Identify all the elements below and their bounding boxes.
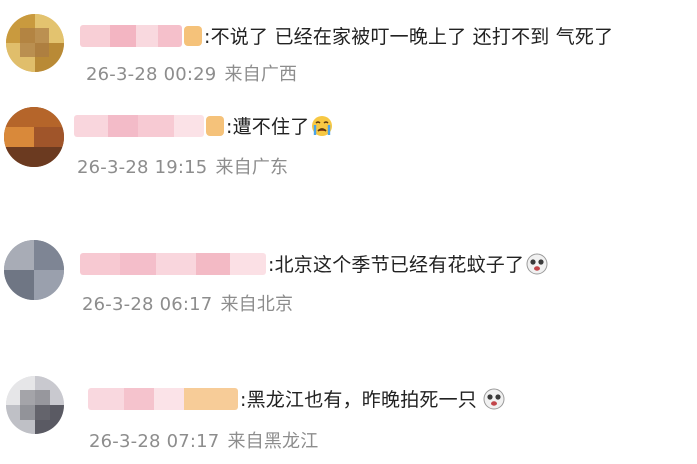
username-blurred[interactable] bbox=[74, 114, 204, 137]
comment-time: 26-3-28 07:17 bbox=[89, 431, 220, 452]
comment-location: 来自广西 bbox=[224, 64, 298, 85]
username-blurred[interactable] bbox=[80, 252, 266, 275]
comment-time: 26-3-28 19:15 bbox=[77, 157, 208, 178]
comment-item: :北京这个季节已经有花蚊子了 26-3-28 06:17 来自北京 bbox=[0, 220, 697, 350]
username-blurred[interactable] bbox=[88, 387, 238, 410]
avatar[interactable] bbox=[4, 240, 64, 300]
comment-list: :不说了 已经在家被叮一晚上了 还打不到 气死了 26-3-28 00:29 来自… bbox=[0, 0, 697, 464]
comment-time: 26-3-28 06:17 bbox=[82, 294, 213, 315]
dizzy-face-icon bbox=[483, 388, 505, 409]
comment-text: :北京这个季节已经有花蚊子了 bbox=[268, 254, 525, 276]
comment-location: 来自黑龙江 bbox=[227, 431, 319, 452]
comment-time: 26-3-28 00:29 bbox=[86, 64, 217, 85]
comment-location: 来自广东 bbox=[215, 157, 289, 178]
comment-item: :遭不住了 26-3-28 19:15 来自广东 bbox=[0, 95, 697, 220]
dizzy-face-icon bbox=[526, 253, 548, 274]
user-badge-icon bbox=[184, 25, 202, 46]
avatar[interactable] bbox=[6, 14, 64, 72]
comment-text: :黑龙江也有，昨晚拍死一只 bbox=[240, 389, 478, 411]
comment-text: :遭不住了 bbox=[226, 116, 310, 138]
avatar[interactable] bbox=[6, 376, 64, 434]
comment-location: 来自北京 bbox=[220, 294, 294, 315]
avatar[interactable] bbox=[4, 107, 64, 167]
comment-item: :黑龙江也有，昨晚拍死一只 26-3-28 07:17 来自黑龙江 bbox=[0, 350, 697, 464]
crying-face-icon bbox=[312, 115, 333, 136]
username-blurred[interactable] bbox=[80, 24, 182, 47]
comment-item: :不说了 已经在家被叮一晚上了 还打不到 气死了 26-3-28 00:29 来自… bbox=[0, 0, 697, 95]
user-badge-icon bbox=[206, 115, 224, 136]
comment-text: :不说了 已经在家被叮一晚上了 还打不到 气死了 bbox=[204, 26, 614, 48]
